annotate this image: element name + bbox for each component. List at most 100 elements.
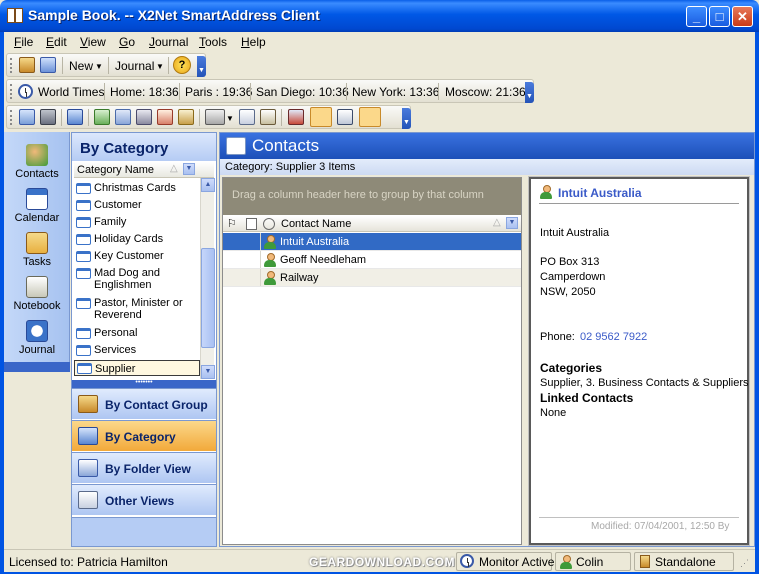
nav-notebook[interactable]: Notebook: [4, 274, 70, 318]
chevron-down-icon[interactable]: ▼: [226, 114, 234, 123]
folder-icon: [76, 234, 91, 245]
category-item[interactable]: Key Customer: [74, 250, 200, 262]
category-name-column-header[interactable]: Category Name △ ▼: [74, 162, 214, 178]
view-other-views[interactable]: Other Views: [72, 484, 216, 515]
panel-splitter[interactable]: •••••••: [72, 379, 216, 388]
menu-journal[interactable]: Journal: [149, 35, 188, 49]
help-icon[interactable]: ?: [173, 56, 191, 74]
category-item-selected[interactable]: Supplier: [74, 360, 200, 376]
detail-phone-link[interactable]: 02 9562 7922: [580, 331, 647, 343]
navigation-bar: Contacts Calendar Tasks Notebook Journal: [4, 132, 70, 372]
toolbar-options-button[interactable]: ▼: [197, 56, 206, 77]
category-item[interactable]: Customer: [74, 199, 200, 211]
category-item[interactable]: Services: [74, 344, 200, 356]
detail-address-line: NSW, 2050: [540, 286, 596, 298]
toolbar-grip[interactable]: [10, 58, 13, 73]
resize-grip-icon[interactable]: ⋰: [740, 558, 749, 569]
nav-journal[interactable]: Journal: [4, 318, 70, 362]
grid-header[interactable]: ⚐ Contact Name △ ▼: [223, 216, 521, 232]
group-by-area[interactable]: Drag a column header here to group by th…: [223, 178, 521, 215]
toolbar-separator: [281, 109, 282, 126]
card-view-toggle-icon[interactable]: [310, 107, 332, 127]
category-item[interactable]: Pastor, Minister or Reverend: [74, 297, 200, 321]
status-bar: Licensed to: Patricia Hamilton GEARDOWNL…: [4, 549, 755, 572]
chevron-down-icon[interactable]: ▼: [506, 217, 518, 229]
category-scrollbar[interactable]: ▲ ▼: [200, 178, 215, 379]
nav-contacts[interactable]: Contacts: [4, 142, 70, 186]
toolbar-separator: [168, 57, 169, 74]
mode-status[interactable]: Standalone: [634, 552, 734, 571]
minimize-button[interactable]: _: [686, 6, 707, 27]
scroll-up-arrow[interactable]: ▲: [201, 178, 215, 192]
toolbar-options-button[interactable]: ▼: [525, 82, 534, 103]
view-by-category[interactable]: By Category: [72, 420, 216, 451]
category-item[interactable]: Holiday Cards: [74, 233, 200, 245]
note-column-icon[interactable]: [246, 218, 257, 230]
journal-icon: [26, 320, 48, 342]
toolbar-grip[interactable]: [10, 84, 13, 99]
menu-help[interactable]: Help: [241, 35, 266, 49]
nav-tasks[interactable]: Tasks: [4, 230, 70, 274]
close-button[interactable]: ✕: [732, 6, 753, 27]
table-row[interactable]: Geoff Needleham: [223, 251, 521, 269]
time-paris: Paris : 19:36: [185, 85, 253, 99]
menu-file[interactable]: File: [14, 35, 33, 49]
category-item[interactable]: Personal: [74, 327, 200, 339]
category-item[interactable]: Family: [74, 216, 200, 228]
binoculars-icon[interactable]: [40, 109, 56, 125]
flag-column-icon[interactable]: ⚐: [227, 217, 237, 230]
scroll-down-arrow[interactable]: ▼: [201, 365, 215, 379]
chevron-down-icon[interactable]: ▼: [95, 62, 103, 71]
view-by-folder-view[interactable]: By Folder View: [72, 452, 216, 483]
address-book-icon[interactable]: [19, 57, 35, 73]
table-row[interactable]: Intuit Australia: [223, 233, 521, 251]
toolbar-grip[interactable]: [10, 110, 13, 125]
menu-tools[interactable]: Tools: [199, 35, 227, 49]
photo-icon[interactable]: [178, 109, 194, 125]
nav-bar-resize-handle[interactable]: [4, 362, 70, 372]
journal-button[interactable]: Journal: [115, 59, 154, 73]
menu-edit[interactable]: Edit: [46, 35, 67, 49]
new-button[interactable]: New: [69, 59, 93, 73]
person-column-icon[interactable]: [263, 218, 275, 230]
window-title: Sample Book. -- X2Net SmartAddress Clien…: [28, 7, 320, 23]
open-book-icon[interactable]: [40, 57, 56, 73]
person-icon: [540, 185, 552, 199]
chevron-down-icon[interactable]: ▼: [183, 163, 195, 175]
chevron-down-icon[interactable]: ▼: [156, 62, 164, 71]
expand-icon[interactable]: [337, 109, 353, 125]
contact-link-icon[interactable]: [94, 109, 110, 125]
contact-list-icon[interactable]: [115, 109, 131, 125]
view-by-contact-group[interactable]: By Contact Group: [72, 388, 216, 419]
category-name-header-label: Category Name: [77, 164, 155, 176]
letter-mark-icon[interactable]: [157, 109, 173, 125]
watermark: GEARDOWNLOAD.COM: [309, 555, 455, 569]
contact-name-column-header[interactable]: Contact Name: [281, 218, 351, 230]
tree-view-icon[interactable]: [67, 109, 83, 125]
grid-view-icon[interactable]: [288, 109, 304, 125]
contact-card-icon[interactable]: [19, 109, 35, 125]
category-item[interactable]: Christmas Cards: [74, 182, 200, 194]
world-times-label[interactable]: World Times: [38, 85, 104, 99]
title-bar[interactable]: Sample Book. -- X2Net SmartAddress Clien…: [0, 0, 759, 32]
table-view-toggle-icon[interactable]: [359, 107, 381, 127]
menu-view[interactable]: View: [80, 35, 106, 49]
detail-divider: [539, 203, 739, 204]
envelope-icon[interactable]: [260, 109, 276, 125]
nav-calendar[interactable]: Calendar: [4, 186, 70, 230]
contacts-title: Contacts: [252, 136, 320, 155]
notebook-icon: [26, 276, 48, 298]
print-icon[interactable]: [205, 109, 225, 125]
page-setup-icon[interactable]: [239, 109, 255, 125]
toolbar-options-button[interactable]: ▼: [402, 108, 411, 129]
scroll-thumb[interactable]: [201, 248, 215, 348]
table-row[interactable]: Railway: [223, 269, 521, 287]
menu-go[interactable]: Go: [119, 35, 135, 49]
detail-contact-name[interactable]: Intuit Australia: [558, 186, 642, 200]
maximize-button[interactable]: □: [709, 6, 730, 27]
user-status[interactable]: Colin: [555, 552, 631, 571]
letter-icon[interactable]: [136, 109, 152, 125]
monitor-status[interactable]: Monitor Active: [456, 552, 554, 571]
toolbar-separator: [250, 83, 251, 100]
category-item[interactable]: Mad Dog and Englishmen: [74, 267, 200, 291]
